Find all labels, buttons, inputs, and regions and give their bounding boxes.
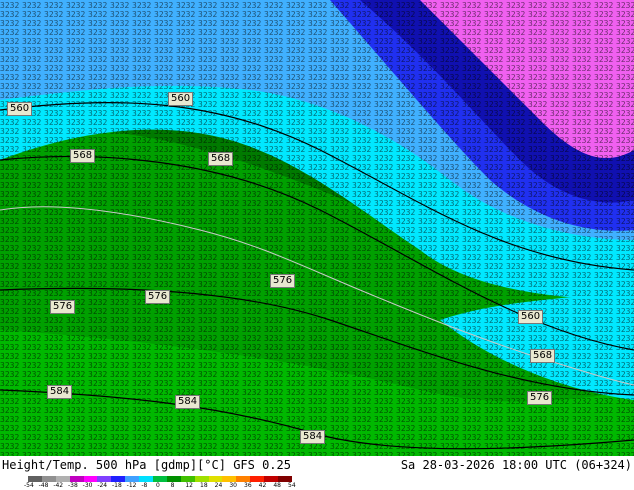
contour-label-576-east: 576 [527, 391, 553, 405]
contour-label-584-central: 584 [175, 395, 201, 409]
contour-label-568-east: 568 [530, 349, 556, 363]
contour-label-576-west: 576 [145, 290, 171, 304]
color-scale-tick-label: 18 [200, 482, 208, 489]
weather-map: 3232 560 560 568 568 576 576 576 560 568… [0, 0, 634, 490]
color-scale-tick-label: -12 [126, 482, 137, 489]
color-scale-tick-label: -42 [53, 482, 64, 489]
isotherm-digit-overlay [0, 0, 634, 456]
contour-label-560-west: 560 [7, 102, 33, 116]
color-scale-ticks: -54 -48 -42 -38 -30 -24 -18 -12 -8 0 8 12 18 24 30 36 42… [24, 482, 296, 490]
color-scale-tick-label: 48 [273, 482, 281, 489]
color-scale-tick-label: 0 [156, 482, 160, 489]
color-scale-tick-label: -8 [141, 482, 148, 489]
color-scale-tick-label: -54 [24, 482, 34, 489]
color-scale-tick-label: 36 [244, 482, 252, 489]
color-scale-tick-label: -38 [68, 482, 78, 489]
contour-label-576-central: 576 [270, 274, 296, 288]
color-scale-tick-label: 54 [288, 482, 296, 489]
contour-label-576-far-west: 576 [50, 300, 76, 314]
color-scale-tick-label: 30 [229, 482, 237, 489]
color-scale-tick-label: -18 [112, 482, 122, 489]
color-scale-tick-label: -48 [38, 482, 49, 489]
map-footer: Height/Temp. 500 hPa [gdmp][°C] GFS 0.25… [0, 456, 634, 490]
contour-label-584-south: 584 [300, 430, 326, 444]
contour-label-568-west: 568 [70, 149, 96, 163]
contour-label-568-central: 568 [208, 152, 234, 166]
contour-label-584-west: 584 [47, 385, 73, 399]
color-scale-tick-label: 24 [214, 482, 223, 489]
color-scale-tick-label: 8 [170, 482, 175, 489]
contour-label-560-east: 560 [518, 310, 544, 324]
color-scale-tick-label: 42 [258, 482, 267, 489]
temperature-field-map: 3232 [0, 0, 634, 456]
color-scale-tick-label: -24 [97, 482, 108, 489]
run-timestamp: Sa 28-03-2026 18:00 UTC (06+324) [400, 458, 632, 472]
color-scale-tick-label: 12 [185, 482, 193, 489]
map-title: Height/Temp. 500 hPa [gdmp][°C] GFS 0.25 [2, 458, 291, 472]
color-scale-tick-label: -30 [82, 482, 93, 489]
contour-label-560-north: 560 [168, 92, 194, 106]
